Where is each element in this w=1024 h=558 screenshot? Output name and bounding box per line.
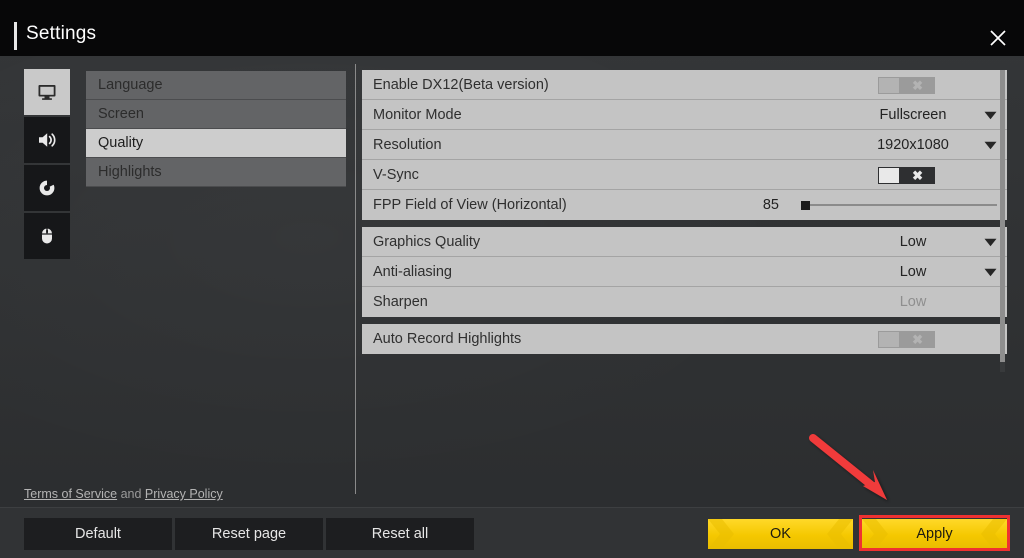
setting-row-vsync[interactable]: V-Sync ✖ (362, 160, 1007, 190)
panel-divider (355, 64, 356, 494)
title-accent-bar (14, 22, 17, 50)
sharpen-value: Low (899, 294, 927, 310)
settings-panel: Enable DX12(Beta version) ✖ Monitor Mode… (362, 70, 1007, 361)
sidebar-item-quality[interactable]: Quality (86, 129, 346, 158)
monitor-mode-value: Fullscreen (879, 107, 947, 123)
graphics-quality-value: Low (899, 234, 927, 250)
settings-group-quality: Graphics Quality Low Anti-aliasing Low S… (362, 227, 1007, 317)
close-icon[interactable] (980, 20, 1016, 56)
toggle-x-icon: ✖ (912, 167, 923, 183)
button-label: Default (75, 526, 121, 542)
vsync-toggle[interactable]: ✖ (878, 166, 935, 184)
scrollbar-thumb[interactable] (1000, 70, 1005, 362)
setting-row-fpp-fov[interactable]: FPP Field of View (Horizontal) 85 (362, 190, 1007, 220)
settings-group-display: Enable DX12(Beta version) ✖ Monitor Mode… (362, 70, 1007, 220)
monitor-icon[interactable] (24, 69, 70, 115)
legal-links: Terms of Service and Privacy Policy (24, 487, 223, 501)
reset-all-button[interactable]: Reset all (326, 518, 474, 550)
footer-bar: Default Reset page Reset all OK Apply (0, 507, 1024, 558)
category-label: Language (98, 77, 163, 93)
sidebar-item-screen[interactable]: Screen (86, 100, 346, 129)
title-bar: Settings (0, 0, 1024, 56)
fov-slider-wrap: 85 (733, 197, 997, 213)
setting-label: FPP Field of View (Horizontal) (373, 197, 567, 213)
window-title: Settings (26, 23, 97, 44)
setting-row-monitor-mode[interactable]: Monitor Mode Fullscreen (362, 100, 1007, 130)
settings-window: Settings Language Screen Quality Highlig… (0, 0, 1024, 558)
auto-record-highlights-toggle[interactable]: ✖ (878, 330, 935, 348)
default-button[interactable]: Default (24, 518, 172, 550)
fov-slider[interactable] (801, 198, 997, 212)
terms-of-service-link[interactable]: Terms of Service (24, 487, 117, 501)
button-label: Apply (916, 526, 953, 542)
button-label: Reset page (211, 526, 287, 542)
toggle-knob (879, 331, 899, 347)
toggle-x-icon: ✖ (912, 77, 923, 93)
chevron-left-decoration (708, 519, 754, 549)
speaker-icon[interactable] (24, 117, 70, 163)
setting-label: Graphics Quality (373, 233, 481, 250)
setting-row-enable-dx12[interactable]: Enable DX12(Beta version) ✖ (362, 70, 1007, 100)
setting-label: Auto Record Highlights (373, 331, 522, 347)
dx12-toggle[interactable]: ✖ (878, 76, 935, 94)
button-label: OK (770, 526, 791, 542)
setting-label: Resolution (373, 136, 442, 153)
setting-row-graphics-quality[interactable]: Graphics Quality Low (362, 227, 1007, 257)
toggle-knob (879, 167, 899, 183)
button-label: Reset all (371, 526, 429, 542)
legal-and: and (120, 487, 142, 501)
chevron-left-decoration (862, 519, 908, 549)
setting-row-auto-record-highlights[interactable]: Auto Record Highlights ✖ (362, 324, 1007, 354)
setting-label: Sharpen (373, 294, 428, 310)
category-label: Highlights (98, 164, 162, 180)
setting-label: Enable DX12(Beta version) (373, 76, 549, 93)
sidebar-item-language[interactable]: Language (86, 71, 346, 100)
setting-row-sharpen: Sharpen Low (362, 287, 1007, 317)
reset-page-button[interactable]: Reset page (175, 518, 323, 550)
chevron-right-decoration (807, 519, 853, 549)
setting-label: Monitor Mode (373, 106, 462, 123)
category-icon-rail (24, 69, 70, 261)
ok-button[interactable]: OK (708, 519, 853, 549)
setting-label: V-Sync (373, 166, 419, 183)
toggle-knob (879, 77, 899, 93)
sidebar-item-highlights[interactable]: Highlights (86, 158, 346, 187)
setting-row-anti-aliasing[interactable]: Anti-aliasing Low (362, 257, 1007, 287)
fov-value: 85 (762, 197, 779, 213)
category-list: Language Screen Quality Highlights (86, 71, 346, 187)
mouse-icon[interactable] (24, 213, 70, 259)
settings-body: Language Screen Quality Highlights Enabl… (0, 56, 1024, 507)
slider-handle[interactable] (801, 200, 810, 210)
category-label: Quality (98, 135, 144, 151)
setting-label: Anti-aliasing (373, 263, 452, 280)
privacy-policy-link[interactable]: Privacy Policy (145, 487, 223, 501)
resolution-value: 1920x1080 (877, 137, 949, 153)
chevron-right-decoration (961, 519, 1007, 549)
settings-group-highlights: Auto Record Highlights ✖ (362, 324, 1007, 354)
anti-aliasing-value: Low (899, 264, 927, 280)
gameplay-icon[interactable] (24, 165, 70, 211)
toggle-x-icon: ✖ (912, 331, 923, 347)
category-label: Screen (98, 106, 144, 122)
setting-row-resolution[interactable]: Resolution 1920x1080 (362, 130, 1007, 160)
slider-track-line (801, 204, 997, 206)
panel-scrollbar[interactable] (1000, 70, 1005, 372)
apply-button[interactable]: Apply (862, 519, 1007, 549)
